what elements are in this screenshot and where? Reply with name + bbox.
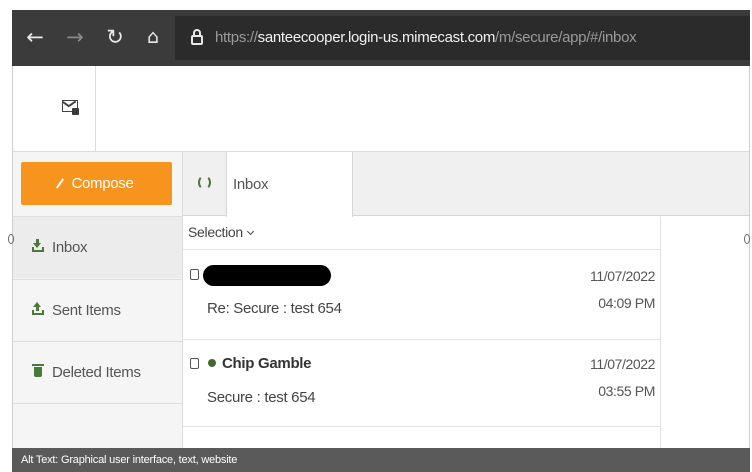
back-arrow-icon[interactable]: ← — [18, 20, 52, 54]
reading-pane — [662, 217, 749, 448]
refresh-icon[interactable]: ↻ — [98, 20, 132, 54]
header-divider — [95, 66, 96, 152]
message-time: 04:09 PM — [598, 295, 655, 311]
row-divider — [183, 249, 661, 250]
right-edge-handle-icon — [744, 234, 750, 244]
sidebar-item-label: Sent Items — [52, 302, 121, 319]
frame-right-border — [749, 66, 750, 472]
url-path: /m/secure/app/#/inbox — [495, 29, 637, 46]
url-scheme: https:// — [215, 29, 258, 46]
unread-dot-icon — [208, 359, 216, 367]
home-icon[interactable]: ⌂ — [136, 20, 170, 54]
browser-toolbar: ← → ↻ ⌂ https://santeecooper.login-us.mi… — [12, 10, 750, 66]
row-divider — [183, 426, 661, 427]
trash-icon — [32, 364, 44, 377]
message-checkbox[interactable] — [190, 358, 199, 369]
sidebar-item-label: Inbox — [52, 239, 88, 256]
url-text: https://santeecooper.login-us.mimecast.c… — [215, 29, 637, 46]
compose-button[interactable]: Compose — [21, 162, 172, 205]
message-sender[interactable]: Chip Gamble — [208, 355, 312, 372]
sidebar-item-deleted-items[interactable]: Deleted Items — [13, 341, 182, 403]
message-subject[interactable]: Re: Secure : test 654 — [207, 300, 342, 317]
sender-name: Chip Gamble — [222, 355, 312, 372]
message-subject[interactable]: Secure : test 654 — [207, 389, 316, 406]
chevron-down-icon — [246, 227, 254, 236]
tab-inbox[interactable]: Inbox — [226, 152, 353, 217]
alt-text-label: Alt Text: Graphical user interface, text… — [21, 454, 238, 466]
selection-label: Selection — [188, 224, 243, 240]
app-header — [13, 66, 749, 152]
secure-mail-icon[interactable] — [62, 100, 80, 116]
left-edge-handle-icon — [8, 234, 14, 244]
sidebar-empty-slot — [13, 403, 182, 448]
refresh-icon[interactable] — [198, 175, 211, 190]
alt-text-caption: Alt Text: Graphical user interface, text… — [12, 448, 750, 472]
message-time: 03:55 PM — [598, 383, 655, 399]
pencil-icon — [56, 178, 65, 189]
sidebar-item-inbox[interactable]: Inbox — [13, 216, 182, 278]
forward-arrow-icon[interactable]: → — [58, 20, 92, 54]
sidebar-item-label: Deleted Items — [52, 364, 141, 381]
compose-label: Compose — [71, 175, 134, 192]
url-host: santeecooper.login-us.mimecast.com — [257, 29, 496, 46]
sent-upload-icon — [32, 302, 44, 315]
redacted-sender — [203, 265, 331, 286]
message-date: 11/07/2022 — [589, 268, 655, 284]
row-divider — [183, 339, 661, 340]
message-date: 11/07/2022 — [589, 356, 655, 372]
sidebar-item-sent-items[interactable]: Sent Items — [13, 279, 182, 341]
message-checkbox[interactable] — [190, 269, 199, 280]
top-strip — [0, 0, 752, 10]
selection-dropdown[interactable]: Selection — [188, 224, 254, 240]
lock-icon — [191, 29, 203, 45]
inbox-download-icon — [32, 239, 44, 252]
tab-label: Inbox — [233, 176, 269, 193]
message-list — [183, 217, 661, 448]
address-bar[interactable]: https://santeecooper.login-us.mimecast.c… — [175, 16, 750, 60]
